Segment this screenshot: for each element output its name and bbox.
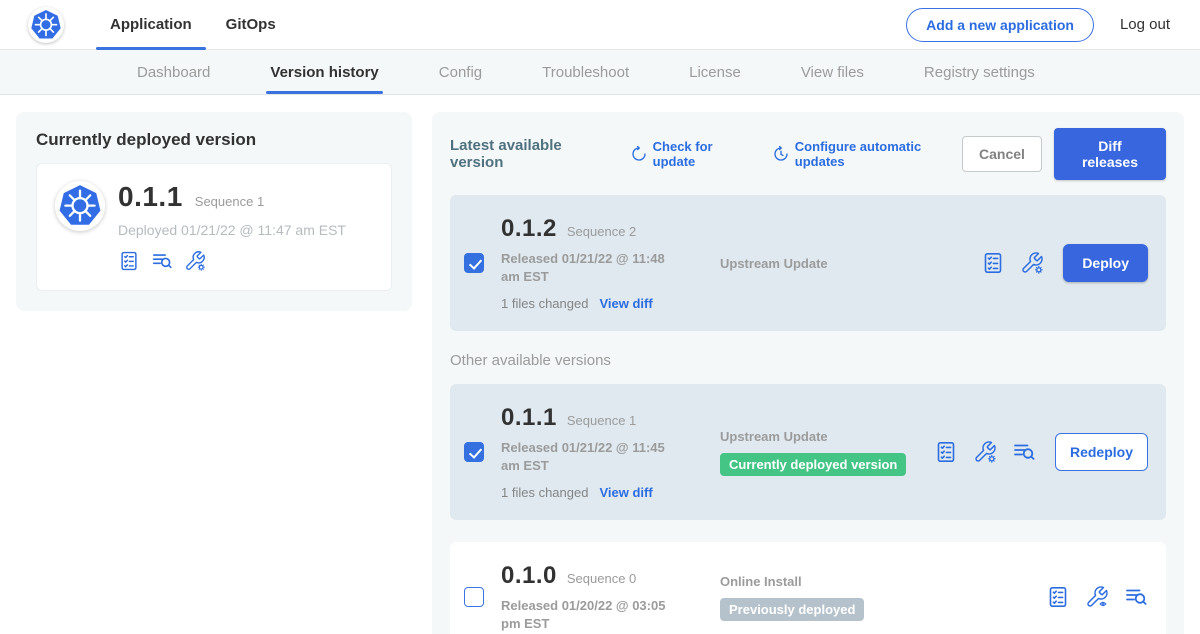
- preflight-checks-icon[interactable]: [1046, 585, 1070, 609]
- edit-config-icon[interactable]: [1020, 251, 1044, 275]
- preflight-checks-icon[interactable]: [118, 250, 140, 272]
- deployed-timestamp: Deployed 01/21/22 @ 11:47 am EST: [118, 222, 346, 238]
- auto-updates-icon: [773, 146, 789, 162]
- configure-auto-updates-label: Configure automatic updates: [795, 139, 962, 169]
- version-checkbox[interactable]: [464, 253, 484, 273]
- deployed-version-card: 0.1.1 Sequence 1 Deployed 01/21/22 @ 11:…: [36, 163, 392, 291]
- currently-deployed-badge: Currently deployed version: [720, 453, 906, 476]
- view-diff-link[interactable]: View diff: [599, 485, 652, 500]
- tab-version-history[interactable]: Version history: [270, 50, 378, 94]
- cancel-button[interactable]: Cancel: [962, 136, 1042, 172]
- deployed-sequence: Sequence 1: [195, 194, 264, 209]
- tab-registry-settings[interactable]: Registry settings: [924, 50, 1035, 94]
- tab-gitops[interactable]: GitOps: [212, 0, 290, 50]
- configure-auto-updates-link[interactable]: Configure automatic updates: [773, 139, 962, 169]
- version-row: 0.1.0 Sequence 0 Released 01/20/22 @ 03:…: [450, 542, 1166, 634]
- version-history-panel: Latest available version Check for updat…: [432, 112, 1184, 634]
- tab-troubleshoot[interactable]: Troubleshoot: [542, 50, 629, 94]
- view-logs-icon[interactable]: [1124, 585, 1148, 609]
- tab-application[interactable]: Application: [96, 0, 206, 50]
- diff-releases-button[interactable]: Diff releases: [1054, 128, 1166, 180]
- topnav-tabs: Application GitOps: [96, 0, 296, 50]
- version-source-label: Upstream Update: [720, 429, 906, 444]
- view-logs-icon[interactable]: [151, 250, 173, 272]
- check-for-update-link[interactable]: Check for update: [631, 139, 751, 169]
- version-source-label: Upstream Update: [720, 256, 828, 271]
- preflight-checks-icon[interactable]: [934, 440, 958, 464]
- view-logs-icon[interactable]: [1012, 440, 1036, 464]
- tab-config[interactable]: Config: [439, 50, 482, 94]
- version-source-label: Online Install: [720, 574, 864, 589]
- app-sub-nav: Dashboard Version history Config Trouble…: [0, 50, 1200, 95]
- version-released: Released 01/21/22 @ 11:45 am EST: [501, 439, 683, 474]
- redeploy-button[interactable]: Redeploy: [1055, 433, 1148, 471]
- edit-config-icon[interactable]: [184, 250, 206, 272]
- kubernetes-app-icon: [55, 181, 105, 231]
- edit-config-icon[interactable]: [973, 440, 997, 464]
- tab-view-files[interactable]: View files: [801, 50, 864, 94]
- currently-deployed-panel: Currently deployed version 0.1.1 Sequenc…: [16, 112, 412, 311]
- version-released: Released 01/20/22 @ 03:05 pm EST: [501, 597, 683, 632]
- latest-available-title: Latest available version: [450, 137, 609, 171]
- version-checkbox[interactable]: [464, 587, 484, 607]
- deployed-version-number: 0.1.1: [118, 181, 183, 213]
- kubernetes-logo-icon: [28, 7, 64, 43]
- version-sequence: Sequence 0: [567, 571, 636, 586]
- top-nav: Application GitOps Add a new application…: [0, 0, 1200, 50]
- deploy-button[interactable]: Deploy: [1063, 244, 1148, 282]
- currently-deployed-title: Currently deployed version: [36, 130, 392, 150]
- logout-link[interactable]: Log out: [1120, 16, 1170, 33]
- version-number: 0.1.0: [501, 562, 557, 590]
- version-row: 0.1.1 Sequence 1 Released 01/21/22 @ 11:…: [450, 384, 1166, 520]
- previously-deployed-badge: Previously deployed: [720, 598, 864, 621]
- preflight-checks-icon[interactable]: [981, 251, 1005, 275]
- version-sequence: Sequence 2: [567, 224, 636, 239]
- tab-license[interactable]: License: [689, 50, 741, 94]
- version-sequence: Sequence 1: [567, 413, 636, 428]
- version-checkbox[interactable]: [464, 442, 484, 462]
- main-content: Currently deployed version 0.1.1 Sequenc…: [0, 95, 1200, 634]
- files-changed-label: 1 files changed: [501, 296, 588, 311]
- check-update-icon: [631, 146, 647, 162]
- add-application-button[interactable]: Add a new application: [906, 8, 1094, 42]
- version-number: 0.1.1: [501, 404, 557, 432]
- version-row: 0.1.2 Sequence 2 Released 01/21/22 @ 11:…: [450, 195, 1166, 331]
- view-config-icon[interactable]: [1085, 585, 1109, 609]
- files-changed-label: 1 files changed: [501, 485, 588, 500]
- tab-dashboard[interactable]: Dashboard: [137, 50, 210, 94]
- version-released: Released 01/21/22 @ 11:48 am EST: [501, 250, 683, 285]
- check-for-update-label: Check for update: [653, 139, 751, 169]
- version-number: 0.1.2: [501, 215, 557, 243]
- other-versions-title: Other available versions: [450, 352, 1166, 369]
- view-diff-link[interactable]: View diff: [599, 296, 652, 311]
